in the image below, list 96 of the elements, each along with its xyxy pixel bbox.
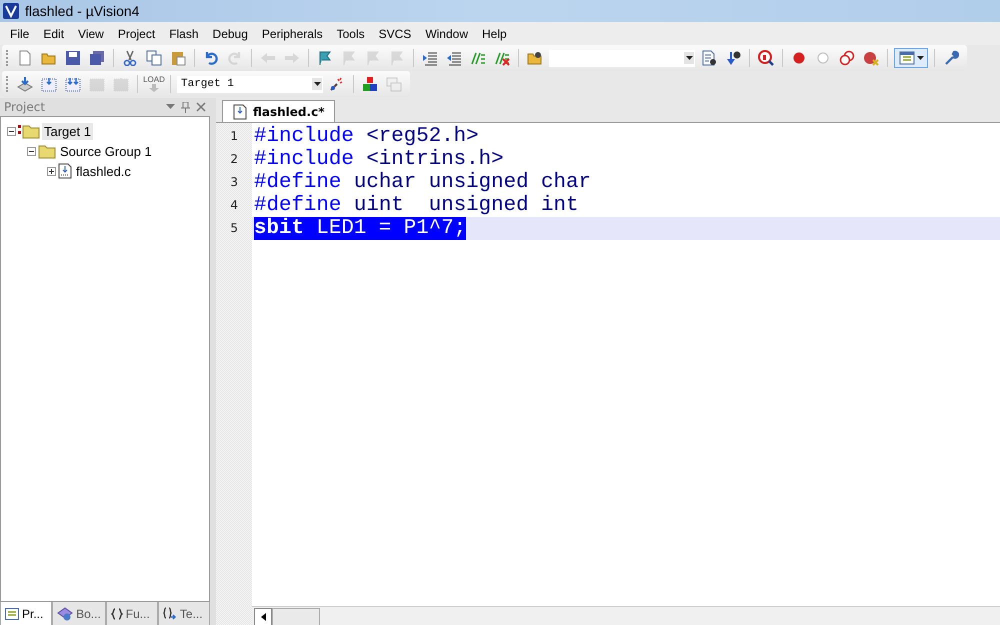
breakpoint-kill-icon [863, 50, 879, 66]
app-logo-icon [3, 3, 19, 19]
find-arrow-icon [725, 50, 741, 66]
find-doc-icon [701, 50, 717, 66]
paste-icon [170, 50, 186, 66]
scroll-left-icon[interactable] [260, 612, 266, 620]
breakpoints-button[interactable] [837, 48, 857, 68]
bookmark-icon [341, 50, 357, 66]
unindent-icon [446, 50, 462, 66]
code-line: #include <intrins.h> [254, 148, 504, 171]
editor-tab[interactable]: flashled.c* [222, 100, 336, 122]
breakpoints-icon [839, 50, 855, 66]
breakpoint-icon [791, 50, 807, 66]
bookmark-icon [365, 50, 381, 66]
dropdown-arrow-icon[interactable] [166, 102, 175, 110]
collapse-toggle[interactable] [27, 146, 36, 156]
line-number: 4 [230, 198, 238, 212]
build-icon [41, 76, 57, 92]
templates-icon [162, 607, 177, 620]
collapse-toggle[interactable] [7, 126, 16, 136]
bookmark-icon [389, 50, 405, 66]
new-icon [17, 50, 33, 66]
undo-icon [203, 50, 219, 66]
comment-icon [470, 50, 486, 66]
dropdown-arrow-icon [686, 56, 692, 60]
tree-item[interactable]: Source Group 1 [58, 142, 154, 160]
find-folder-icon [527, 50, 543, 66]
menu-item[interactable]: Tools [330, 26, 372, 40]
wand-icon [329, 76, 345, 92]
rebuild-icon [65, 76, 81, 92]
tree-item[interactable]: Target 1 [42, 122, 93, 140]
code-line: #define uchar unsigned char [254, 171, 591, 194]
bookmark-icon [317, 50, 333, 66]
menu-item[interactable]: Project [110, 26, 162, 40]
horizontal-scrollbar[interactable] [252, 606, 1000, 625]
save-icon [65, 50, 81, 66]
panel-tab[interactable]: Pr... [0, 602, 52, 625]
code-editor[interactable]: 1 2 3 4 5 #include <reg52.h> #include <intrins.h> #define uchar unsigned char #define uint unsigned int sbit LED1 = P1^7; [216, 122, 1000, 606]
menu-item[interactable]: File [3, 26, 36, 40]
menu-item[interactable]: Debug [206, 26, 255, 40]
extensions-icon [386, 76, 402, 92]
download-button[interactable] [15, 74, 35, 94]
menu-item[interactable]: Edit [36, 26, 72, 40]
save-button[interactable] [63, 48, 83, 68]
panel-tab[interactable]: Te... [158, 602, 210, 625]
target-dropdown[interactable]: Target 1 [177, 76, 323, 92]
line-number: 5 [230, 221, 238, 235]
panel-tab[interactable]: Bo... [52, 602, 106, 625]
line-number: 2 [230, 152, 238, 166]
breakpoint-off-icon [815, 50, 831, 66]
file-icon [233, 104, 247, 120]
copy-button[interactable] [144, 48, 164, 68]
menu-item[interactable]: SVCS [372, 26, 418, 40]
panel-tab[interactable]: Fu... [106, 602, 158, 625]
components-button[interactable] [360, 74, 380, 94]
cut-icon [122, 50, 138, 66]
dropdown-arrow-icon [916, 56, 924, 60]
tree-item[interactable]: flashled.c [74, 162, 133, 180]
dropdown-arrow-icon [314, 82, 320, 86]
forward-icon [284, 50, 300, 66]
line-number: 3 [230, 175, 238, 189]
pin-icon[interactable] [181, 102, 190, 112]
batch-icon [89, 76, 105, 92]
menu-item[interactable]: Peripherals [254, 26, 330, 40]
folder-icon [38, 143, 56, 159]
project-window-icon [5, 608, 19, 620]
components-icon [362, 76, 378, 92]
menu-item[interactable]: Flash [162, 26, 206, 40]
down-arrow-icon [149, 84, 159, 92]
gutter-corner [216, 606, 252, 625]
books-icon [57, 606, 74, 620]
download-icon [17, 76, 33, 92]
window-select-icon [898, 50, 914, 66]
save-all-icon [89, 50, 105, 66]
code-line: #include <reg52.h> [254, 125, 479, 148]
stop-icon [113, 76, 129, 92]
braces-icon [110, 608, 123, 620]
menu-item[interactable]: Window [418, 26, 475, 40]
close-icon[interactable] [196, 102, 206, 112]
copy-icon [146, 50, 162, 66]
save-all-button[interactable] [87, 48, 107, 68]
window-title: flashled - µVision4 [25, 3, 140, 19]
target-folder-icon [18, 123, 40, 139]
expand-toggle[interactable] [47, 166, 56, 176]
window-select-button[interactable] [894, 48, 928, 68]
uncomment-icon [494, 50, 510, 66]
code-line: #define uint unsigned int [254, 194, 578, 217]
redo-icon [227, 50, 243, 66]
line-number: 1 [230, 129, 238, 143]
menu-item[interactable]: Help [475, 26, 514, 40]
scroll-thumb[interactable] [272, 608, 320, 625]
panel-title: Project [4, 100, 46, 114]
back-icon [260, 50, 276, 66]
file-icon [58, 163, 72, 179]
menu-item[interactable]: View [71, 26, 111, 40]
indent-icon [422, 50, 438, 66]
